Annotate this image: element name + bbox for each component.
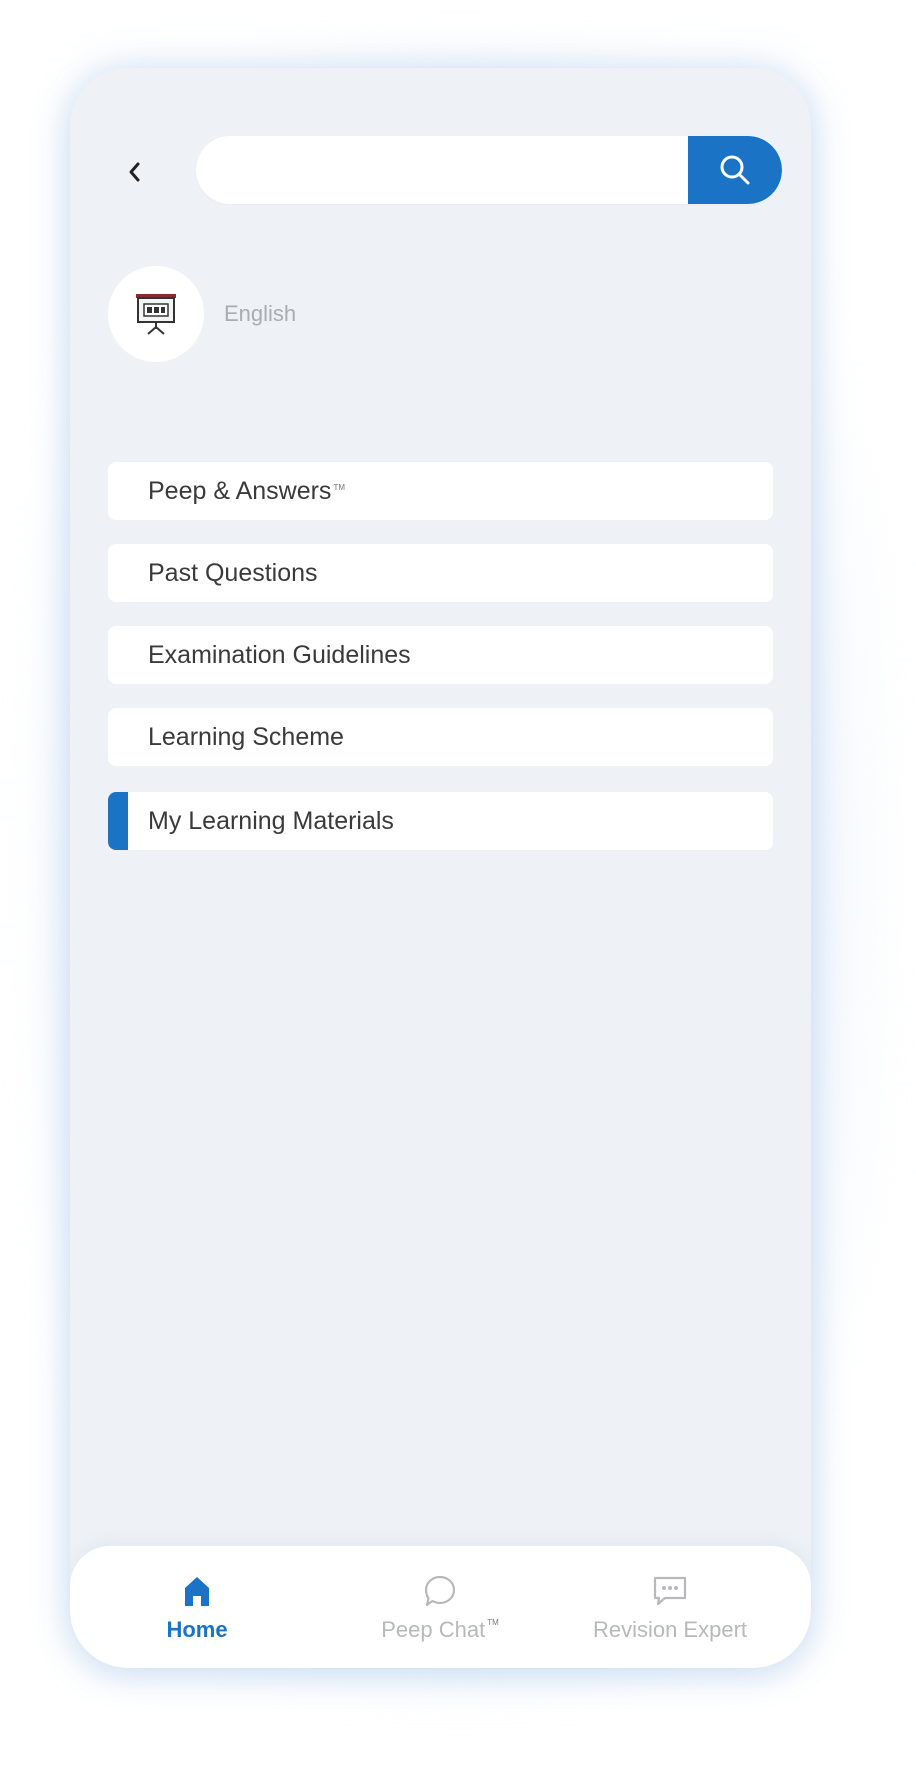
nav-peep-chat[interactable]: Peep Chat TM xyxy=(340,1546,540,1668)
subject-avatar xyxy=(108,266,204,362)
back-button[interactable] xyxy=(115,152,155,192)
search-bar xyxy=(196,136,782,204)
chat-bubble-icon xyxy=(424,1575,456,1607)
trademark-mark: TM xyxy=(487,1617,499,1627)
search-icon xyxy=(720,155,750,185)
menu-item-label: Examination Guidelines xyxy=(148,640,411,669)
menu-item-label: Peep & Answers xyxy=(148,476,332,505)
resource-menu: Peep & Answers TM Past Questions Examinat… xyxy=(108,462,773,874)
menu-item-label: Past Questions xyxy=(148,558,318,587)
home-icon xyxy=(185,1577,209,1606)
subject-label: English xyxy=(224,301,297,326)
app-screen: English Peep & Answers TM Past Questions … xyxy=(70,68,811,1668)
bottom-navigation: Home Peep Chat TM Revision Expert xyxy=(70,1546,811,1668)
nav-home-label: Home xyxy=(166,1617,228,1642)
menu-item-label: My Learning Materials xyxy=(148,806,394,835)
menu-item-peep-answers[interactable]: Peep & Answers TM xyxy=(108,462,773,520)
message-dots-icon xyxy=(653,1576,687,1606)
search-input[interactable] xyxy=(196,136,676,204)
subject-header: English xyxy=(108,266,296,362)
search-button[interactable] xyxy=(688,136,782,204)
nav-peep-chat-label: Peep Chat TM xyxy=(381,1617,499,1642)
presentation-board-icon xyxy=(136,294,176,335)
nav-revision-expert-label: Revision Expert xyxy=(592,1617,748,1642)
menu-item-past-questions[interactable]: Past Questions xyxy=(108,544,773,602)
menu-item-label: Learning Scheme xyxy=(148,722,344,751)
trademark-mark: TM xyxy=(333,482,345,492)
menu-item-learning-scheme[interactable]: Learning Scheme xyxy=(108,708,773,766)
chevron-left-icon xyxy=(129,162,140,182)
menu-item-my-learning-materials[interactable]: My Learning Materials xyxy=(108,792,773,850)
menu-item-examination-guidelines[interactable]: Examination Guidelines xyxy=(108,626,773,684)
nav-revision-expert[interactable]: Revision Expert xyxy=(560,1546,780,1668)
nav-home[interactable]: Home xyxy=(132,1546,262,1668)
